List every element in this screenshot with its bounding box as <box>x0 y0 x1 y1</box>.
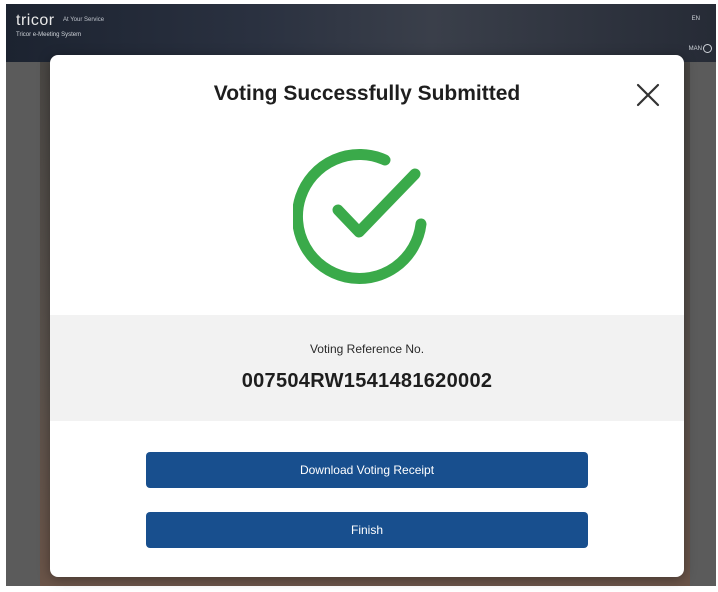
language-toggle[interactable]: EN <box>692 16 700 22</box>
download-receipt-button[interactable]: Download Voting Receipt <box>146 452 588 488</box>
close-button[interactable] <box>632 79 664 111</box>
logout-icon[interactable] <box>703 44 712 53</box>
brand-logo: tricor <box>16 12 55 29</box>
reference-label: Voting Reference No. <box>309 342 425 356</box>
app-header: tricor At Your Service Tricor e-Meeting … <box>6 4 716 62</box>
reference-panel: Voting Reference No. 007504RW15414816200… <box>50 315 684 421</box>
brand-subtitle: Tricor e-Meeting System <box>16 32 82 38</box>
user-name: MAN <box>688 46 702 52</box>
finish-button[interactable]: Finish <box>146 512 588 548</box>
close-icon <box>636 83 660 107</box>
brand-tagline: At Your Service <box>63 17 105 23</box>
check-circle-icon <box>293 149 427 284</box>
voting-success-dialog: Voting Successfully Submitted Voting Ref… <box>50 55 684 577</box>
dialog-title: Voting Successfully Submitted <box>213 82 521 105</box>
reference-number: 007504RW1541481620002 <box>241 370 493 392</box>
